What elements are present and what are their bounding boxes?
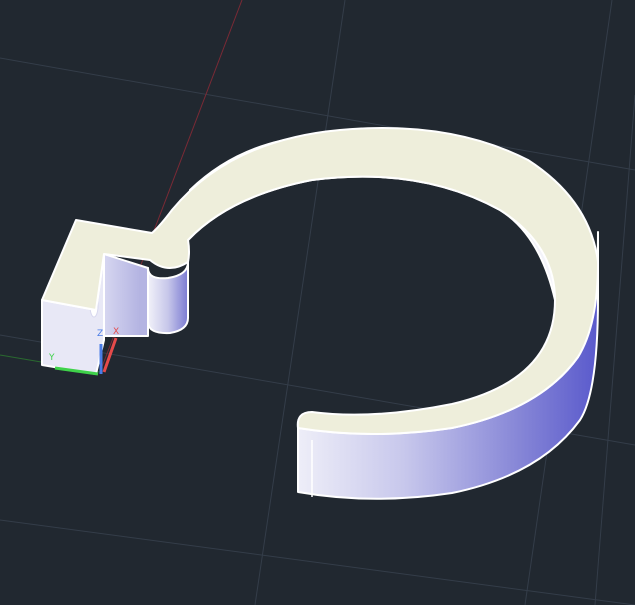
ucs-x-label: X xyxy=(113,327,119,337)
ucs-y-label: Y xyxy=(48,353,55,363)
split-ring-clamp[interactable] xyxy=(41,127,599,500)
drawing-canvas[interactable]: Y Z X xyxy=(0,0,635,605)
ucs-z-label: Z xyxy=(97,329,103,339)
boss-cylinder xyxy=(147,261,189,335)
model-viewport[interactable]: Y Z X xyxy=(0,0,635,605)
lug-side-face xyxy=(103,253,149,337)
